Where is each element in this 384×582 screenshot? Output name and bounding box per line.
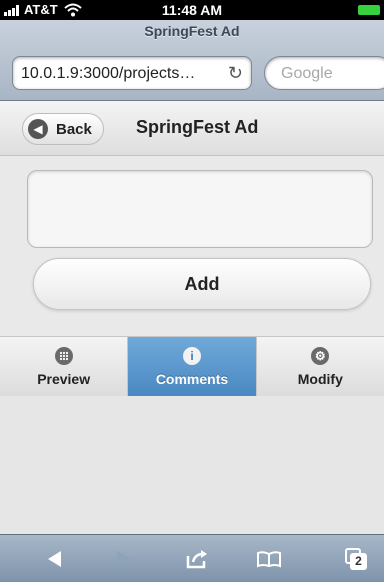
page-title: SpringFest Ad	[136, 117, 259, 137]
tab-preview[interactable]: Preview	[0, 337, 129, 396]
url-field[interactable]: 10.0.1.9:3000/projects… ↻	[12, 56, 252, 90]
back-nav-button[interactable]	[30, 535, 80, 582]
info-icon: i	[182, 346, 201, 365]
forward-nav-button[interactable]	[98, 535, 148, 582]
bookmarks-button[interactable]	[244, 535, 294, 582]
pages-icon: 2	[345, 547, 367, 570]
search-placeholder: Google	[281, 65, 333, 82]
search-field[interactable]: Google	[264, 56, 384, 90]
comment-form: Add	[0, 156, 384, 336]
tab-bar: Preview i Comments ⚙ Modify	[0, 336, 384, 397]
tab-comments-label: Comments	[155, 370, 229, 387]
browser-page-title: SpringFest Ad	[144, 23, 240, 39]
share-button[interactable]	[172, 535, 222, 582]
comment-textarea[interactable]	[27, 170, 373, 248]
back-label: Back	[56, 120, 92, 138]
tab-modify[interactable]: ⚙ Modify	[256, 337, 384, 396]
tabs-button[interactable]: 2	[331, 535, 381, 582]
browser-chrome: SpringFest Ad 10.0.1.9:3000/projects… ↻ …	[0, 20, 384, 101]
tab-preview-label: Preview	[37, 370, 91, 387]
share-icon	[186, 549, 207, 568]
tab-comments[interactable]: i Comments	[128, 337, 257, 396]
browser-toolbar: 2	[0, 534, 384, 582]
back-arrow-icon	[48, 550, 61, 567]
grid-icon	[54, 346, 73, 365]
url-text: 10.0.1.9:3000/projects…	[21, 65, 196, 82]
battery-icon	[358, 5, 380, 15]
back-button[interactable]: ◀ Back	[22, 113, 104, 145]
back-arrow-icon: ◀	[28, 119, 48, 139]
tabs-count: 2	[355, 554, 362, 568]
reload-icon[interactable]: ↻	[228, 63, 243, 84]
add-button[interactable]: Add	[33, 258, 371, 310]
gear-icon: ⚙	[311, 346, 330, 365]
content-area	[0, 396, 384, 534]
tab-modify-label: Modify	[297, 370, 343, 387]
app-header: ◀ Back SpringFest Ad	[0, 101, 384, 156]
bookmarks-icon	[257, 550, 281, 567]
clock: 11:48 AM	[161, 2, 223, 18]
forward-arrow-icon	[117, 550, 130, 567]
status-bar: AT&T 11:48 AM	[0, 0, 384, 20]
